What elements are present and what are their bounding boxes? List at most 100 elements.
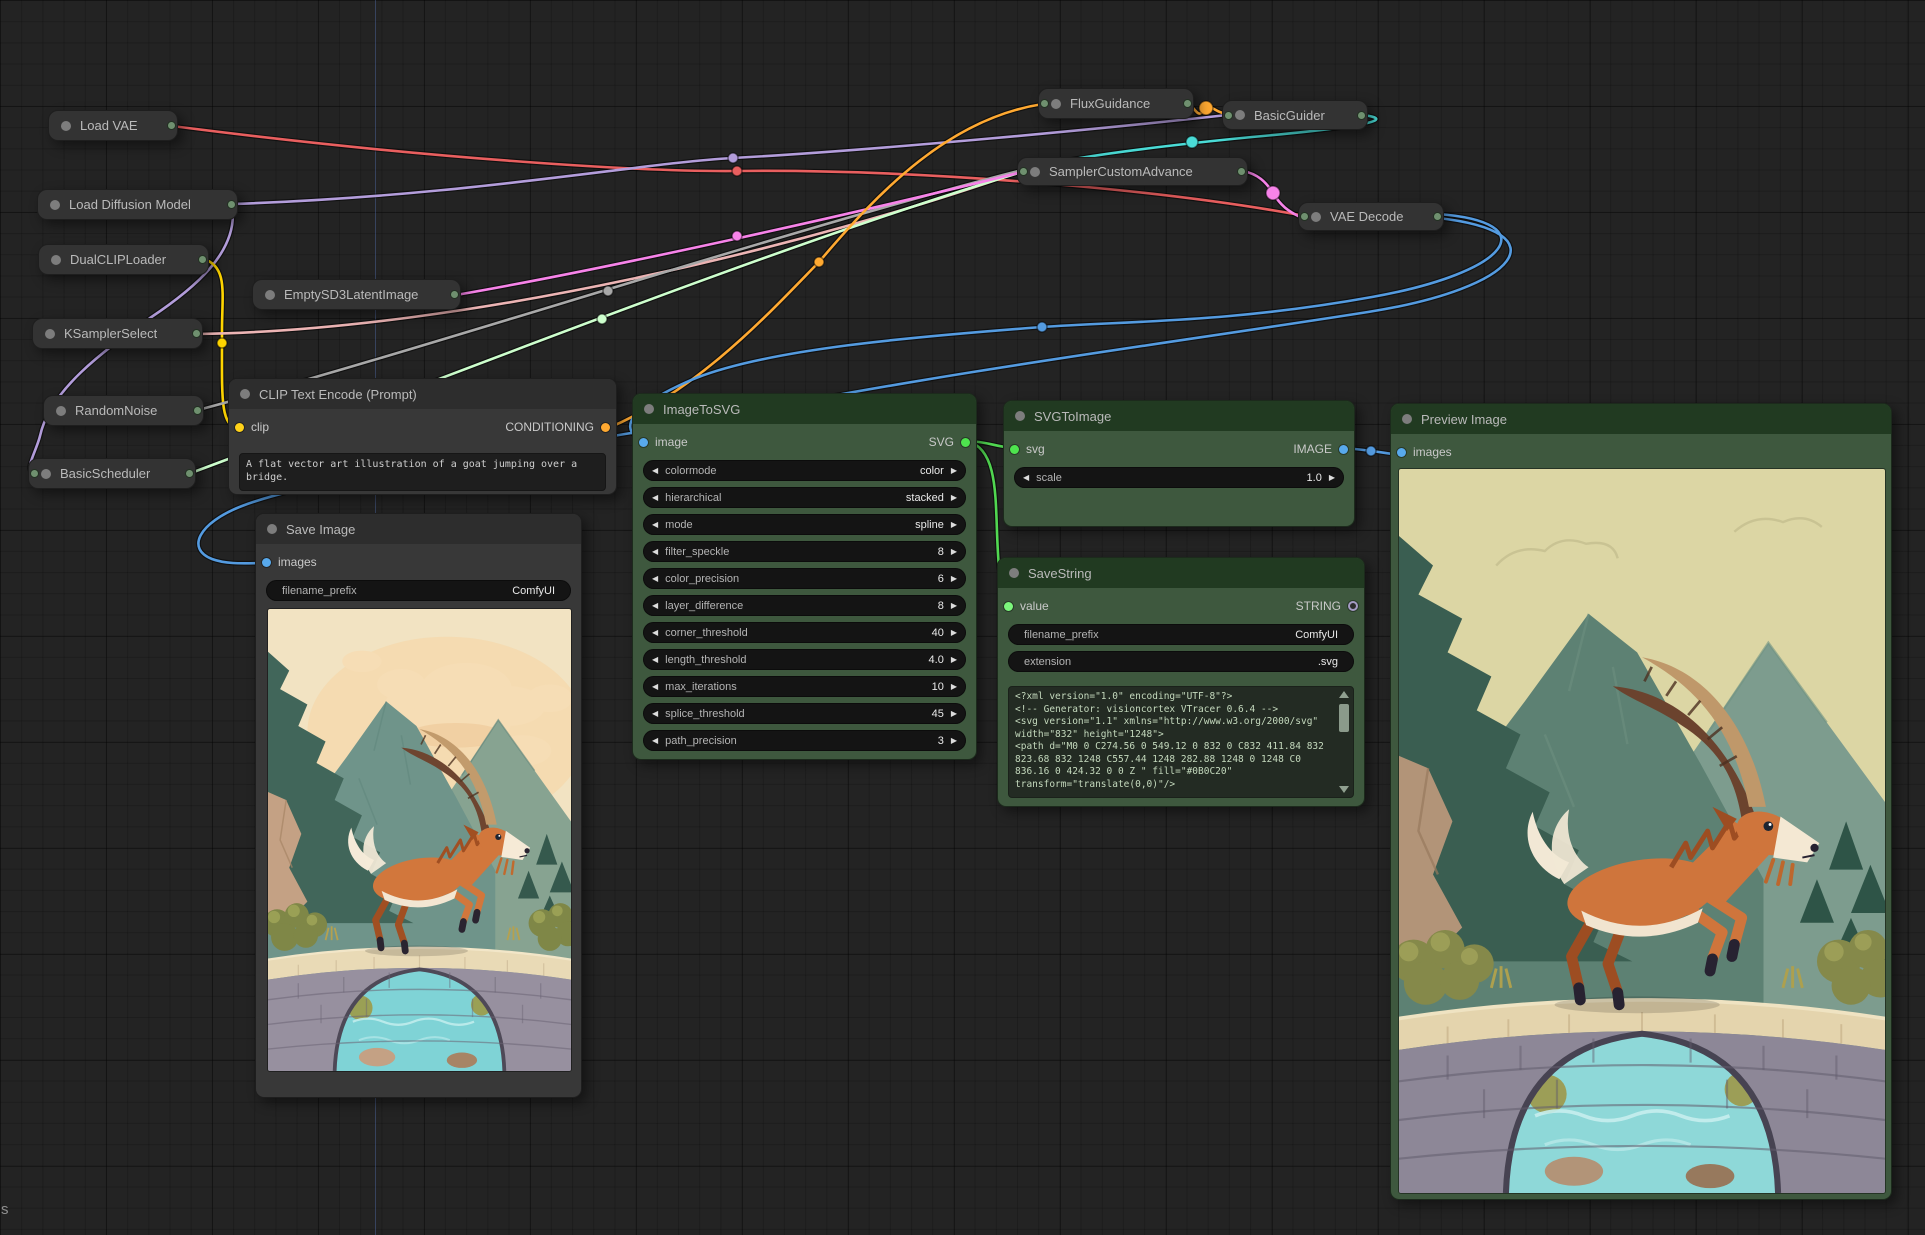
node-ksampler-select[interactable]: KSamplerSelect bbox=[32, 318, 203, 349]
output-dot-icon[interactable] bbox=[961, 438, 970, 447]
collapsed-output-port[interactable] bbox=[185, 469, 194, 478]
widget-extension[interactable]: extension.svg bbox=[1008, 651, 1354, 672]
input-dot-icon[interactable] bbox=[235, 423, 244, 432]
collapse-toggle-icon[interactable] bbox=[644, 404, 654, 414]
decrement-arrow-icon[interactable]: ◀ bbox=[652, 575, 658, 583]
collapse-toggle-icon[interactable] bbox=[265, 290, 275, 300]
widget-path_precision[interactable]: ◀path_precision3▶ bbox=[643, 730, 966, 751]
xml-textarea[interactable]: <?xml version="1.0" encoding="UTF-8"?> <… bbox=[1008, 686, 1354, 798]
widget-corner_threshold[interactable]: ◀corner_threshold40▶ bbox=[643, 622, 966, 643]
output-port-CONDITIONING[interactable]: CONDITIONING bbox=[505, 420, 610, 434]
increment-arrow-icon[interactable]: ▶ bbox=[951, 575, 957, 583]
widget-layer_difference[interactable]: ◀layer_difference8▶ bbox=[643, 595, 966, 616]
input-port-images[interactable]: images bbox=[262, 555, 317, 569]
node-flux-guidance[interactable]: FluxGuidance bbox=[1038, 88, 1194, 119]
decrement-arrow-icon[interactable]: ◀ bbox=[652, 683, 658, 691]
node-save-image[interactable]: Save Imageimagesfilename_prefixComfyUI bbox=[255, 513, 582, 1098]
node-svg-to-image[interactable]: SVGToImagesvgIMAGE◀scale1.0▶ bbox=[1003, 400, 1355, 527]
increment-arrow-icon[interactable]: ▶ bbox=[1329, 474, 1335, 482]
input-port-images[interactable]: images bbox=[1397, 445, 1452, 459]
decrement-arrow-icon[interactable]: ◀ bbox=[652, 656, 658, 664]
increment-arrow-icon[interactable]: ▶ bbox=[951, 656, 957, 664]
collapse-toggle-icon[interactable] bbox=[51, 255, 61, 265]
scroll-thumb[interactable] bbox=[1339, 704, 1349, 732]
decrement-arrow-icon[interactable]: ◀ bbox=[652, 710, 658, 718]
input-port-clip[interactable]: clip bbox=[235, 420, 269, 434]
node-basic-guider[interactable]: BasicGuider bbox=[1222, 100, 1368, 130]
widget-color_precision[interactable]: ◀color_precision6▶ bbox=[643, 568, 966, 589]
collapsed-output-port[interactable] bbox=[450, 290, 459, 299]
input-dot-icon[interactable] bbox=[1010, 445, 1019, 454]
increment-arrow-icon[interactable]: ▶ bbox=[951, 737, 957, 745]
increment-arrow-icon[interactable]: ▶ bbox=[951, 683, 957, 691]
widget-colormode[interactable]: ◀colormodecolor▶ bbox=[643, 460, 966, 481]
input-dot-icon[interactable] bbox=[639, 438, 648, 447]
decrement-arrow-icon[interactable]: ◀ bbox=[652, 521, 658, 529]
collapsed-output-port[interactable] bbox=[1433, 212, 1442, 221]
input-dot-icon[interactable] bbox=[1004, 602, 1013, 611]
collapsed-input-port[interactable] bbox=[1019, 167, 1028, 176]
collapsed-input-port[interactable] bbox=[1224, 111, 1233, 120]
collapsed-output-port[interactable] bbox=[193, 406, 202, 415]
scrollbar[interactable] bbox=[1338, 690, 1350, 794]
widget-hierarchical[interactable]: ◀hierarchicalstacked▶ bbox=[643, 487, 966, 508]
decrement-arrow-icon[interactable]: ◀ bbox=[652, 629, 658, 637]
collapse-toggle-icon[interactable] bbox=[1009, 568, 1019, 578]
node-empty-sd3-latent-image[interactable]: EmptySD3LatentImage bbox=[252, 279, 461, 310]
decrement-arrow-icon[interactable]: ◀ bbox=[652, 737, 658, 745]
node-preview-image[interactable]: Preview Imageimages bbox=[1390, 403, 1892, 1200]
decrement-arrow-icon[interactable]: ◀ bbox=[652, 494, 658, 502]
prompt-textarea[interactable]: A flat vector art illustration of a goat… bbox=[239, 453, 606, 491]
node-sampler-custom-advance[interactable]: SamplerCustomAdvance bbox=[1017, 157, 1248, 186]
increment-arrow-icon[interactable]: ▶ bbox=[951, 467, 957, 475]
node-random-noise[interactable]: RandomNoise bbox=[43, 395, 204, 426]
collapsed-output-port[interactable] bbox=[198, 255, 207, 264]
node-load-vae[interactable]: Load VAE bbox=[48, 110, 178, 141]
scroll-down-icon[interactable] bbox=[1339, 786, 1349, 793]
collapse-toggle-icon[interactable] bbox=[45, 329, 55, 339]
collapse-toggle-icon[interactable] bbox=[1015, 411, 1025, 421]
input-port-value[interactable]: value bbox=[1004, 599, 1049, 613]
output-port-IMAGE[interactable]: IMAGE bbox=[1293, 442, 1348, 456]
widget-scale[interactable]: ◀scale1.0▶ bbox=[1014, 467, 1344, 488]
collapse-toggle-icon[interactable] bbox=[1402, 414, 1412, 424]
widget-filename_prefix[interactable]: filename_prefixComfyUI bbox=[1008, 624, 1354, 645]
widget-splice_threshold[interactable]: ◀splice_threshold45▶ bbox=[643, 703, 966, 724]
decrement-arrow-icon[interactable]: ◀ bbox=[652, 602, 658, 610]
output-dot-icon[interactable] bbox=[1348, 601, 1358, 611]
widget-filename_prefix[interactable]: filename_prefixComfyUI bbox=[266, 580, 571, 601]
collapse-toggle-icon[interactable] bbox=[1311, 212, 1321, 222]
output-port-SVG[interactable]: SVG bbox=[929, 435, 970, 449]
increment-arrow-icon[interactable]: ▶ bbox=[951, 521, 957, 529]
collapsed-output-port[interactable] bbox=[1183, 99, 1192, 108]
widget-mode[interactable]: ◀modespline▶ bbox=[643, 514, 966, 535]
output-dot-icon[interactable] bbox=[601, 423, 610, 432]
collapsed-output-port[interactable] bbox=[1357, 111, 1366, 120]
node-load-diffusion-model[interactable]: Load Diffusion Model bbox=[37, 189, 238, 220]
output-port-STRING[interactable]: STRING bbox=[1296, 599, 1358, 613]
collapse-toggle-icon[interactable] bbox=[56, 406, 66, 416]
increment-arrow-icon[interactable]: ▶ bbox=[951, 710, 957, 718]
decrement-arrow-icon[interactable]: ◀ bbox=[652, 548, 658, 556]
increment-arrow-icon[interactable]: ▶ bbox=[951, 548, 957, 556]
widget-length_threshold[interactable]: ◀length_threshold4.0▶ bbox=[643, 649, 966, 670]
collapse-toggle-icon[interactable] bbox=[267, 524, 277, 534]
node-vae-decode[interactable]: VAE Decode bbox=[1298, 202, 1444, 231]
collapse-toggle-icon[interactable] bbox=[50, 200, 60, 210]
node-save-string[interactable]: SaveStringvalueSTRINGfilename_prefixComf… bbox=[997, 557, 1365, 807]
collapsed-input-port[interactable] bbox=[1300, 212, 1309, 221]
collapsed-input-port[interactable] bbox=[30, 469, 39, 478]
widget-filter_speckle[interactable]: ◀filter_speckle8▶ bbox=[643, 541, 966, 562]
node-dual-clip-loader[interactable]: DualCLIPLoader bbox=[38, 244, 209, 275]
collapsed-input-port[interactable] bbox=[1040, 99, 1049, 108]
node-graph-canvas[interactable]: Load VAE Load Diffusion Model DualCLIPLoad… bbox=[0, 0, 1925, 1235]
increment-arrow-icon[interactable]: ▶ bbox=[951, 629, 957, 637]
scroll-up-icon[interactable] bbox=[1339, 691, 1349, 698]
collapsed-output-port[interactable] bbox=[167, 121, 176, 130]
collapsed-output-port[interactable] bbox=[227, 200, 236, 209]
collapse-toggle-icon[interactable] bbox=[61, 121, 71, 131]
node-clip-text-encode[interactable]: CLIP Text Encode (Prompt)clipCONDITIONIN… bbox=[228, 378, 617, 495]
collapsed-output-port[interactable] bbox=[192, 329, 201, 338]
input-port-image[interactable]: image bbox=[639, 435, 688, 449]
collapse-toggle-icon[interactable] bbox=[240, 389, 250, 399]
